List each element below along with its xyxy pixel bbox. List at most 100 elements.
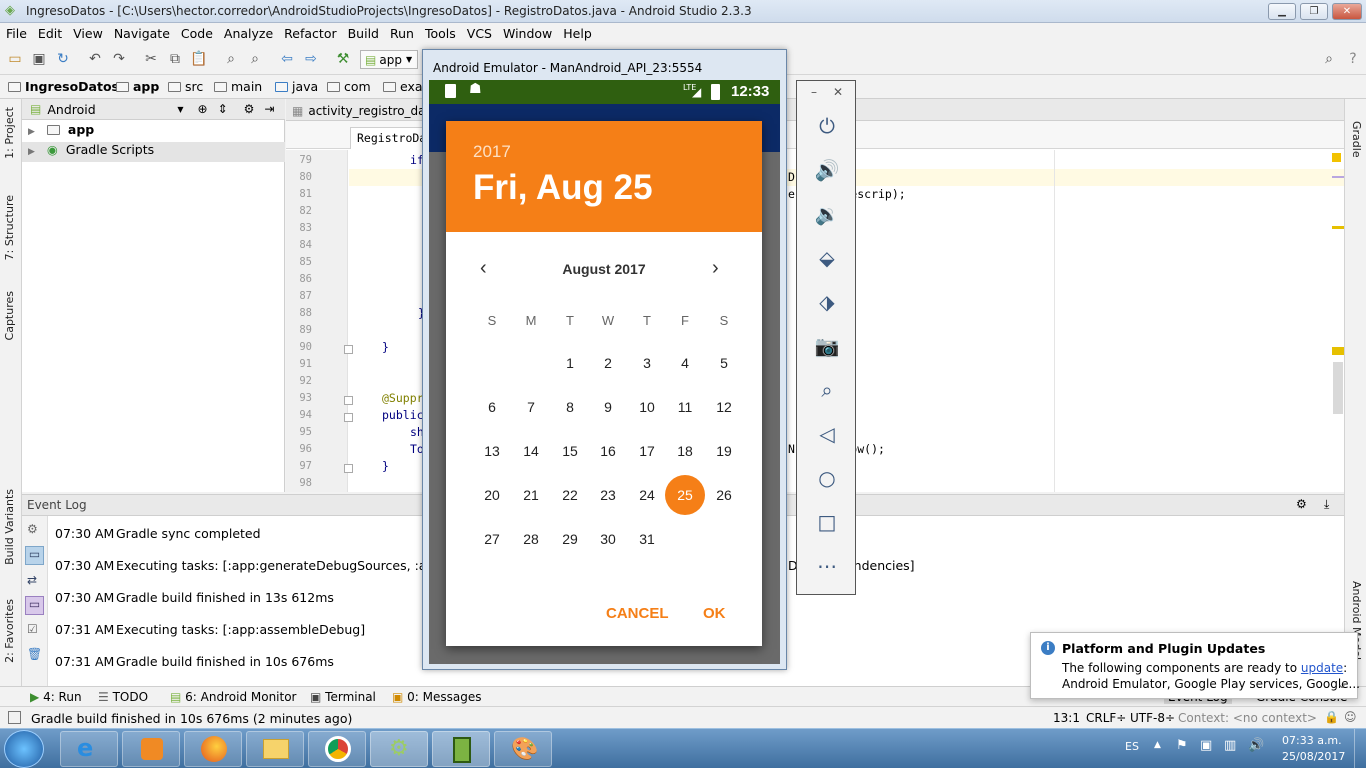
calendar-day[interactable]: 24 — [627, 475, 667, 515]
start-button[interactable] — [4, 730, 44, 768]
gear-icon[interactable]: ⚙ — [244, 102, 255, 116]
menu-navigate[interactable]: Navigate — [114, 26, 170, 41]
menu-tools[interactable]: Tools — [425, 26, 456, 41]
make-project-icon[interactable]: ⚒ — [334, 51, 352, 68]
explorer-taskbar-button[interactable] — [246, 731, 304, 767]
calendar-day[interactable]: 23 — [588, 475, 628, 515]
chrome-taskbar-button[interactable] — [308, 731, 366, 767]
menu-vcs[interactable]: VCS — [467, 26, 492, 41]
back-nav-icon[interactable]: ⇦ — [278, 51, 296, 68]
calendar-day[interactable]: 1 — [550, 343, 590, 383]
file-encoding[interactable]: UTF-8÷ — [1130, 711, 1175, 725]
camera-icon[interactable]: 📷 — [812, 333, 842, 359]
calendar-day[interactable]: 9 — [588, 387, 628, 427]
volume-up-icon[interactable]: 🔊 — [812, 157, 842, 183]
clock-time[interactable]: 07:33 a.m. — [1282, 734, 1342, 747]
editor-subtab[interactable]: RegistroDa — [350, 127, 434, 149]
paint-taskbar-button[interactable]: 🎨 — [494, 731, 552, 767]
breadcrumb-item[interactable]: IngresoDatos — [8, 79, 119, 94]
ok-button[interactable]: OK — [703, 605, 726, 622]
clock-date[interactable]: 25/08/2017 — [1282, 750, 1345, 763]
phone-screen[interactable]: ☗ LTE ◢ 12:33 2017 Fri, Aug 25 ‹ August … — [429, 80, 780, 664]
inspector-icon[interactable]: ☺ — [1344, 710, 1357, 724]
run-config-select[interactable]: ▤ app ▼ — [360, 50, 418, 69]
more-icon[interactable]: ⋯ — [812, 553, 842, 579]
breadcrumb-item[interactable]: app — [116, 79, 159, 94]
tab-todo[interactable]: ☰ TODO — [98, 690, 148, 704]
cut-icon[interactable]: ✂ — [142, 51, 160, 68]
calendar-day[interactable]: 18 — [665, 431, 705, 471]
firefox-taskbar-button[interactable] — [184, 731, 242, 767]
calendar-day[interactable]: 21 — [511, 475, 551, 515]
calendar-day[interactable]: 29 — [550, 519, 590, 559]
fold-marker-icon[interactable] — [344, 396, 353, 405]
sync-icon[interactable]: ↻ — [54, 51, 72, 68]
breadcrumb-item[interactable]: com — [327, 79, 371, 94]
android-studio-taskbar-button[interactable]: ⚙ — [370, 731, 428, 767]
locate-icon[interactable]: ⊕ — [198, 102, 208, 116]
save-icon[interactable]: ▣ — [30, 51, 48, 68]
calendar-day[interactable]: 5 — [704, 343, 744, 383]
calendar-day[interactable]: 19 — [704, 431, 744, 471]
fold-marker-icon[interactable] — [344, 345, 353, 354]
search-everywhere-icon[interactable]: ⌕ — [1320, 51, 1338, 68]
calendar-day[interactable]: 4 — [665, 343, 705, 383]
next-month-icon[interactable]: › — [712, 257, 719, 280]
line-separator[interactable]: CRLF÷ — [1086, 711, 1126, 725]
tab-messages[interactable]: ▣ 0: Messages — [392, 690, 482, 704]
tab-terminal[interactable]: ▣ Terminal — [310, 690, 376, 704]
menu-build[interactable]: Build — [348, 26, 379, 41]
menu-edit[interactable]: Edit — [38, 26, 62, 41]
open-folder-icon[interactable]: ▭ — [6, 51, 24, 68]
editor-tab[interactable]: ▦ activity_registro_dato — [292, 101, 438, 120]
balloon-icon[interactable]: ▭ — [25, 546, 44, 565]
home-icon[interactable]: ○ — [812, 465, 842, 491]
breadcrumb-item[interactable]: src — [168, 79, 203, 94]
fold-marker-icon[interactable] — [344, 464, 353, 473]
menu-help[interactable]: Help — [563, 26, 592, 41]
find-icon[interactable]: ⌕ — [222, 51, 240, 68]
lock-icon[interactable]: 🔒 — [1324, 710, 1339, 724]
update-link[interactable]: update — [1301, 661, 1343, 675]
calendar-day[interactable]: 27 — [472, 519, 512, 559]
tab-structure[interactable]: 7: Structure — [3, 195, 16, 260]
collapse-icon[interactable]: ⇕ — [218, 102, 228, 116]
tab-android-monitor[interactable]: ▤ 6: Android Monitor — [170, 690, 297, 704]
redo-icon[interactable]: ↷ — [110, 51, 128, 68]
tray-device-icon[interactable]: ▣ — [1200, 738, 1212, 753]
show-desktop-button[interactable] — [1354, 729, 1366, 768]
calendar-day[interactable]: 10 — [627, 387, 667, 427]
breadcrumb-item[interactable]: java — [275, 79, 318, 94]
scroll-thumb[interactable] — [1333, 362, 1343, 414]
tab-run[interactable]: ▶ 4: Run — [30, 690, 82, 704]
calendar-day[interactable]: 15 — [550, 431, 590, 471]
rotate-right-icon[interactable]: ⬗ — [812, 289, 842, 315]
breadcrumb-item[interactable]: main — [214, 79, 262, 94]
project-view-mode[interactable]: Android — [47, 102, 177, 117]
undo-icon[interactable]: ↶ — [86, 51, 104, 68]
menu-code[interactable]: Code — [181, 26, 213, 41]
cancel-button[interactable]: CANCEL — [606, 605, 669, 622]
tab-build-variants[interactable]: Build Variants — [3, 489, 16, 565]
menu-view[interactable]: View — [73, 26, 103, 41]
chevron-down-icon[interactable]: ⌄ — [1337, 677, 1347, 691]
checkbox-icon[interactable]: ☑ — [27, 622, 38, 636]
calendar-day[interactable]: 11 — [665, 387, 705, 427]
back-icon[interactable]: ◁ — [812, 421, 842, 447]
breadcrumb-item[interactable]: exa — [383, 79, 423, 94]
calendar-day[interactable]: 13 — [472, 431, 512, 471]
menu-run[interactable]: Run — [390, 26, 414, 41]
rotate-left-icon[interactable]: ⬙ — [812, 245, 842, 271]
calendar-day[interactable]: 12 — [704, 387, 744, 427]
calendar-day[interactable]: 6 — [472, 387, 512, 427]
tray-network-icon[interactable]: ▥ — [1224, 738, 1236, 753]
calendar-day[interactable]: 8 — [550, 387, 590, 427]
minimize-button[interactable]: ▁ — [1268, 3, 1296, 20]
paste-icon[interactable]: 📋 — [190, 51, 208, 68]
chevron-down-icon[interactable]: ▼ — [177, 105, 183, 114]
calendar-day[interactable]: 17 — [627, 431, 667, 471]
calendar-day[interactable]: 22 — [550, 475, 590, 515]
close-window-button[interactable]: ✕ — [1332, 3, 1362, 20]
forward-nav-icon[interactable]: ⇨ — [302, 51, 320, 68]
mark-read-icon[interactable]: ▭ — [25, 596, 44, 615]
